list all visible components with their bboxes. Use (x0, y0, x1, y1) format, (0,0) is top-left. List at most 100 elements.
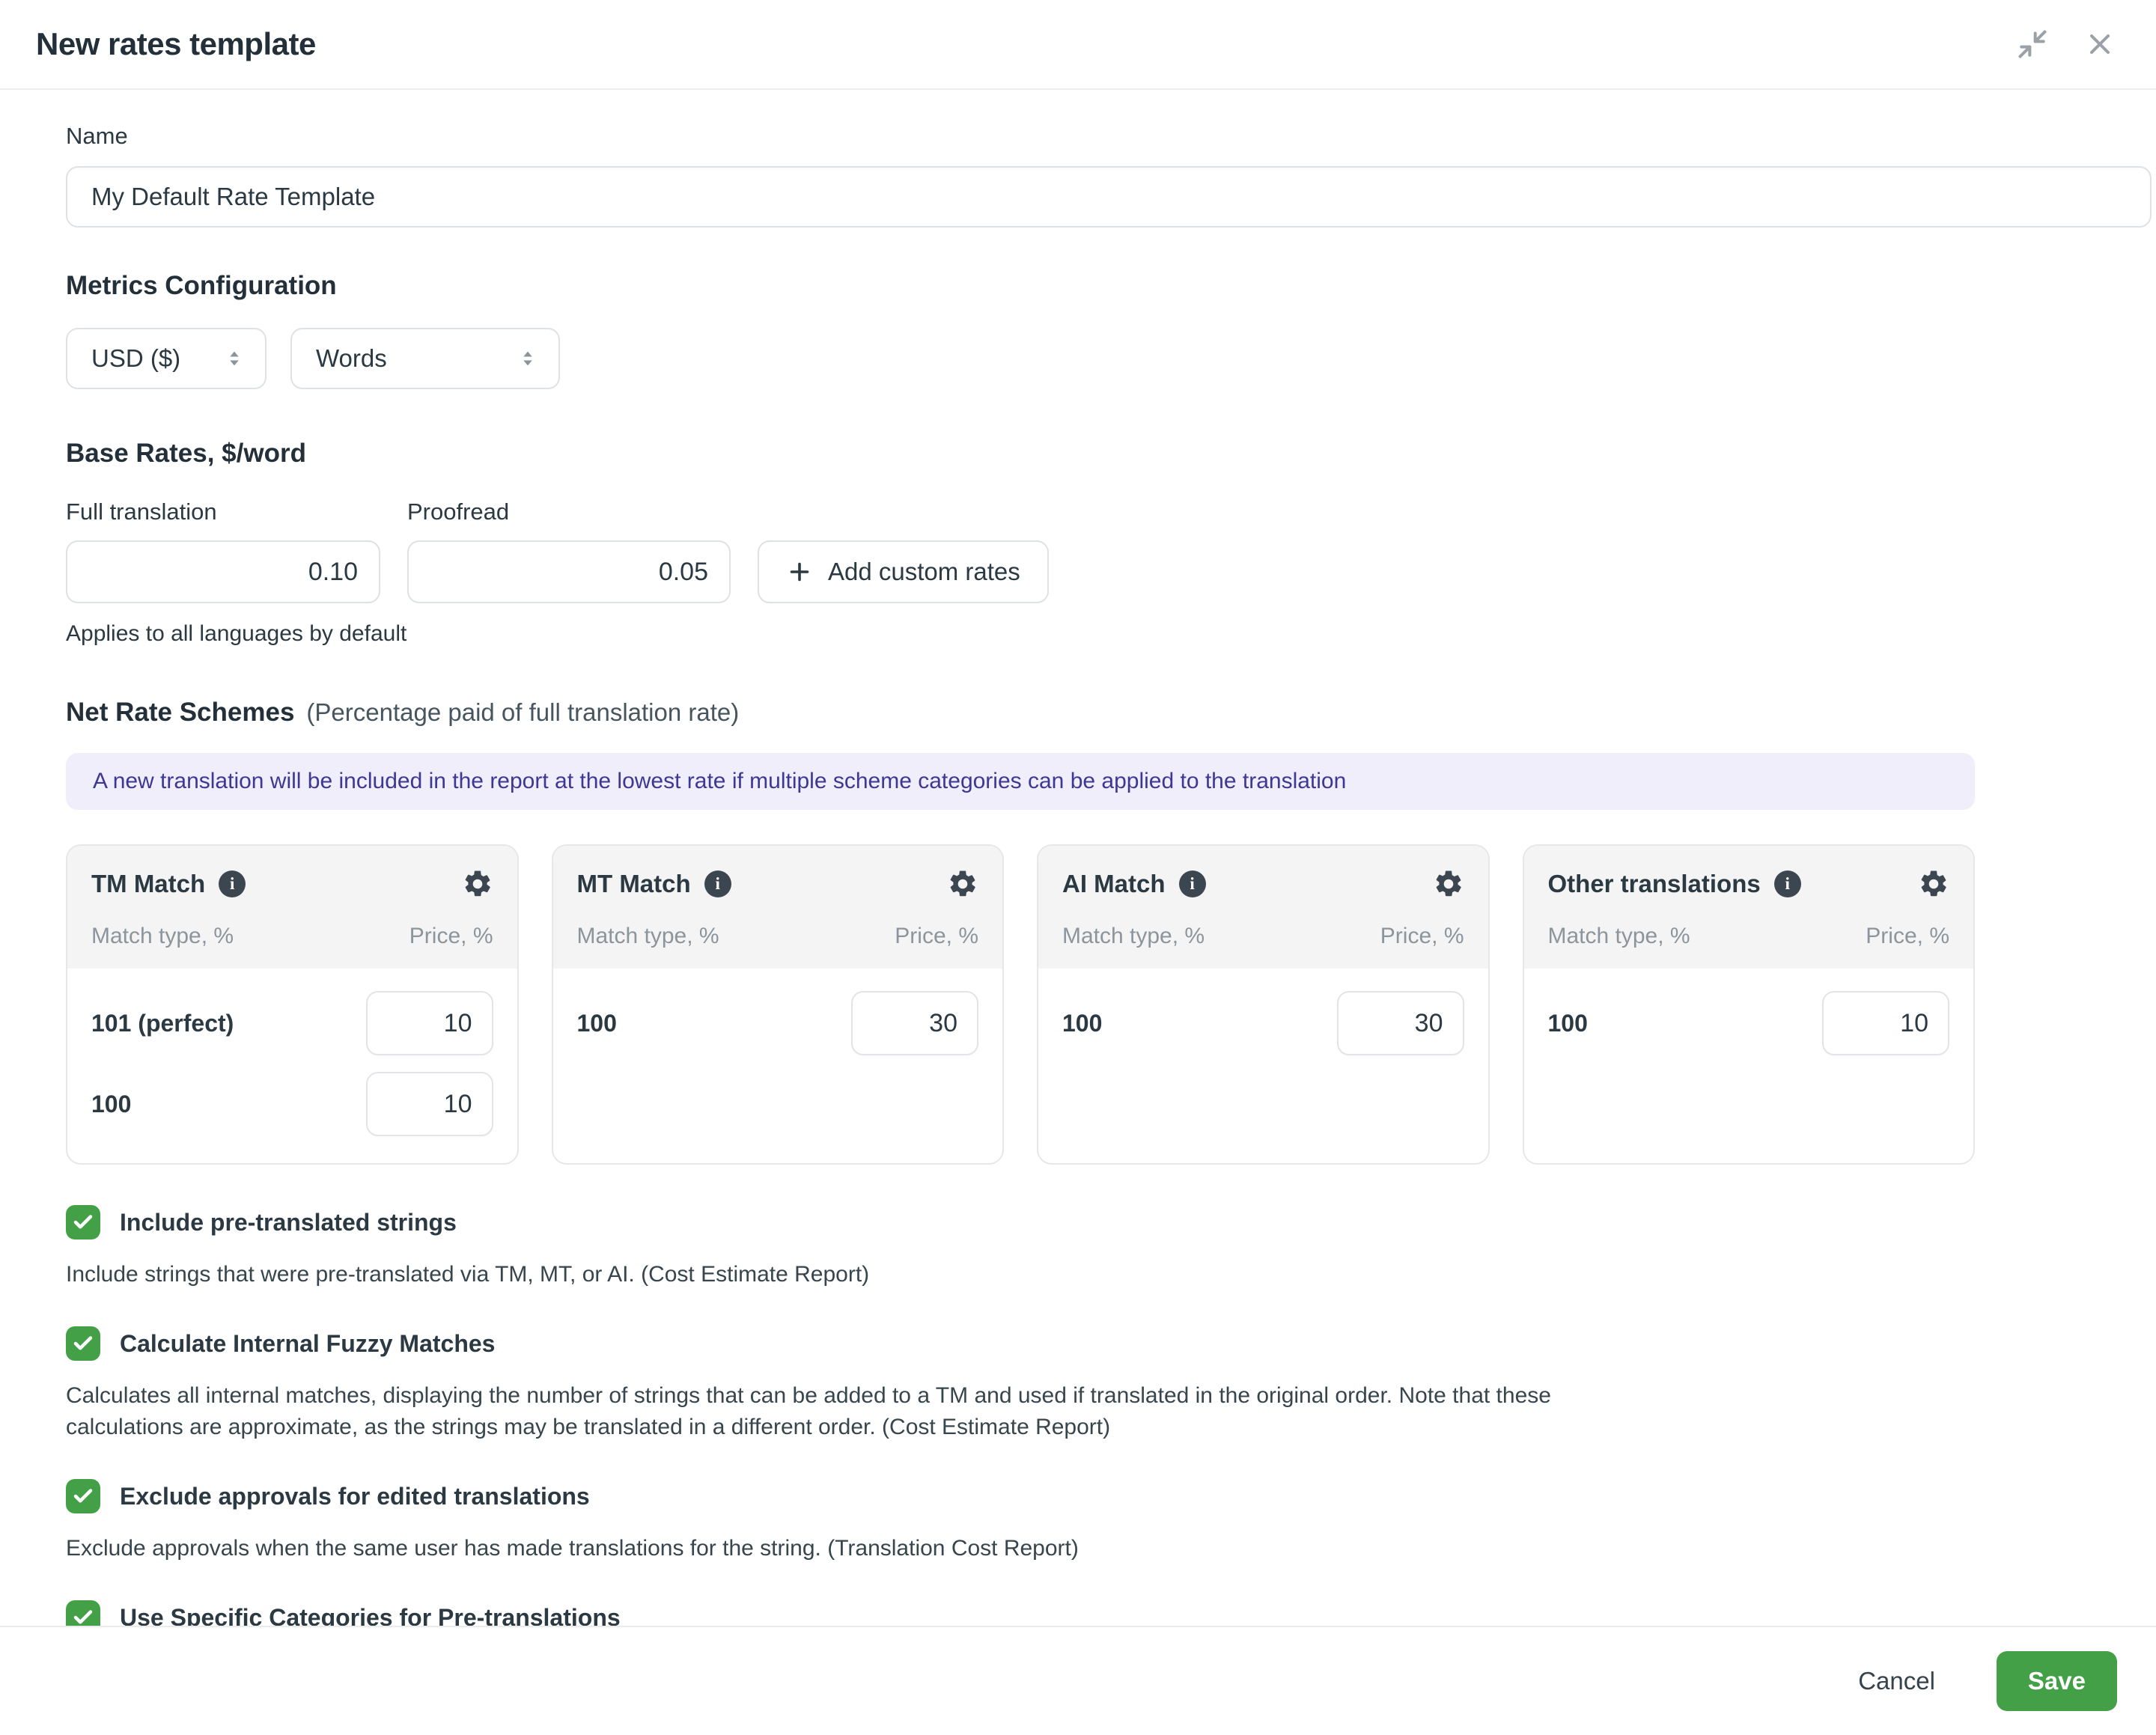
check-icon (72, 1211, 94, 1234)
checkbox-row[interactable]: Use Specific Categories for Pre-translat… (66, 1600, 2156, 1626)
card-body: 100 (553, 969, 1003, 1163)
report-options: Include pre-translated strings Include s… (66, 1205, 2156, 1626)
option-description: Include strings that were pre-translated… (66, 1259, 1571, 1290)
full-translation-input[interactable] (66, 540, 380, 603)
check-icon (72, 1485, 94, 1507)
dialog-header: New rates template (0, 0, 2156, 90)
check-icon (72, 1606, 94, 1626)
rate-row: 101 (perfect) (91, 991, 493, 1055)
save-button[interactable]: Save (1997, 1651, 2117, 1711)
checkbox-checked[interactable] (66, 1205, 100, 1239)
currency-select-value: USD ($) (91, 344, 180, 373)
card-header: AI Match i Match type, % Price, % (1038, 846, 1488, 969)
checkbox-checked[interactable] (66, 1600, 100, 1626)
page-title: New rates template (36, 26, 316, 62)
select-chevron-icon (517, 347, 539, 370)
match-type-label: 100 (1548, 1010, 1588, 1037)
net-rate-scheme-cards: TM Match i Match type, % Price, % 101 (p… (66, 844, 1975, 1165)
rate-row: 100 (577, 991, 979, 1055)
card-header: MT Match i Match type, % Price, % (553, 846, 1003, 969)
info-banner: A new translation will be included in th… (66, 753, 1975, 810)
currency-select[interactable]: USD ($) (66, 328, 267, 389)
card-title: TM Match (91, 870, 205, 898)
checkbox-row[interactable]: Calculate Internal Fuzzy Matches (66, 1326, 2156, 1361)
net-rate-schemes-subheading: (Percentage paid of full translation rat… (306, 698, 739, 727)
card-body: 101 (perfect) 100 (67, 969, 517, 1163)
name-label: Name (66, 123, 2156, 150)
option-label: Include pre-translated strings (120, 1209, 457, 1237)
base-rates-heading: Base Rates, $/word (66, 439, 2156, 469)
match-type-column-header: Match type, % (577, 924, 719, 949)
card-title: AI Match (1062, 870, 1166, 898)
price-input[interactable] (366, 991, 493, 1055)
checkbox-row[interactable]: Include pre-translated strings (66, 1205, 2156, 1239)
close-icon[interactable] (2083, 27, 2117, 61)
option-internal-fuzzy-matches: Calculate Internal Fuzzy Matches Calcula… (66, 1326, 2156, 1443)
gear-icon[interactable] (1433, 868, 1464, 900)
net-rate-schemes-heading-row: Net Rate Schemes (Percentage paid of ful… (66, 698, 2156, 728)
price-column-header: Price, % (409, 924, 493, 949)
price-column-header: Price, % (1866, 924, 1949, 949)
match-type-column-header: Match type, % (1062, 924, 1205, 949)
unit-select-value: Words (316, 344, 387, 373)
check-icon (72, 1332, 94, 1355)
proofread-field: Proofread (407, 498, 731, 603)
proofread-label: Proofread (407, 498, 731, 525)
rate-row: 100 (91, 1072, 493, 1136)
checkbox-checked[interactable] (66, 1326, 100, 1361)
rate-row: 100 (1548, 991, 1950, 1055)
match-type-column-header: Match type, % (91, 924, 234, 949)
name-input[interactable] (66, 166, 2152, 228)
net-rate-schemes-heading: Net Rate Schemes (66, 698, 294, 728)
price-column-header: Price, % (1380, 924, 1464, 949)
price-input[interactable] (366, 1072, 493, 1136)
dialog-body: Name Metrics Configuration USD ($) Words… (0, 90, 2156, 1626)
collapse-icon[interactable] (2015, 27, 2050, 61)
gear-icon[interactable] (947, 868, 978, 900)
info-icon[interactable]: i (219, 870, 246, 897)
metrics-configuration-heading: Metrics Configuration (66, 271, 2156, 301)
card-body: 100 (1524, 969, 1974, 1163)
tm-match-card: TM Match i Match type, % Price, % 101 (p… (66, 844, 519, 1165)
match-type-column-header: Match type, % (1548, 924, 1690, 949)
checkbox-row[interactable]: Exclude approvals for edited translation… (66, 1479, 2156, 1513)
card-title: Other translations (1548, 870, 1761, 898)
price-input[interactable] (1337, 991, 1464, 1055)
gear-icon[interactable] (1918, 868, 1949, 900)
price-column-header: Price, % (895, 924, 978, 949)
add-custom-rates-button[interactable]: Add custom rates (758, 540, 1049, 603)
cancel-button[interactable]: Cancel (1840, 1653, 1953, 1709)
gear-icon[interactable] (462, 868, 493, 900)
metrics-selects-row: USD ($) Words (66, 328, 2156, 389)
option-exclude-approvals: Exclude approvals for edited translation… (66, 1479, 2156, 1564)
option-label: Exclude approvals for edited translation… (120, 1483, 590, 1510)
info-icon[interactable]: i (1774, 870, 1801, 897)
card-title: MT Match (577, 870, 691, 898)
option-description: Exclude approvals when the same user has… (66, 1533, 1571, 1564)
plus-icon (786, 558, 813, 585)
full-translation-field: Full translation (66, 498, 380, 603)
price-input[interactable] (1822, 991, 1949, 1055)
checkbox-checked[interactable] (66, 1479, 100, 1513)
unit-select[interactable]: Words (290, 328, 560, 389)
match-type-label: 101 (perfect) (91, 1010, 234, 1037)
ai-match-card: AI Match i Match type, % Price, % 100 (1037, 844, 1490, 1165)
match-type-label: 100 (1062, 1010, 1102, 1037)
card-header: TM Match i Match type, % Price, % (67, 846, 517, 969)
option-specific-categories: Use Specific Categories for Pre-translat… (66, 1600, 2156, 1626)
option-label: Use Specific Categories for Pre-translat… (120, 1604, 621, 1626)
match-type-label: 100 (91, 1091, 131, 1118)
price-input[interactable] (851, 991, 978, 1055)
rate-row: 100 (1062, 991, 1464, 1055)
option-include-pretranslated: Include pre-translated strings Include s… (66, 1205, 2156, 1290)
select-chevron-icon (223, 347, 246, 370)
full-translation-label: Full translation (66, 498, 380, 525)
base-rates-row: Full translation Proofread Add custom ra… (66, 498, 2156, 603)
info-icon[interactable]: i (1179, 870, 1206, 897)
option-label: Calculate Internal Fuzzy Matches (120, 1330, 495, 1358)
info-icon[interactable]: i (704, 870, 731, 897)
card-header: Other translations i Match type, % Price… (1524, 846, 1974, 969)
dialog-footer: Cancel Save (0, 1626, 2156, 1735)
card-body: 100 (1038, 969, 1488, 1163)
proofread-input[interactable] (407, 540, 731, 603)
